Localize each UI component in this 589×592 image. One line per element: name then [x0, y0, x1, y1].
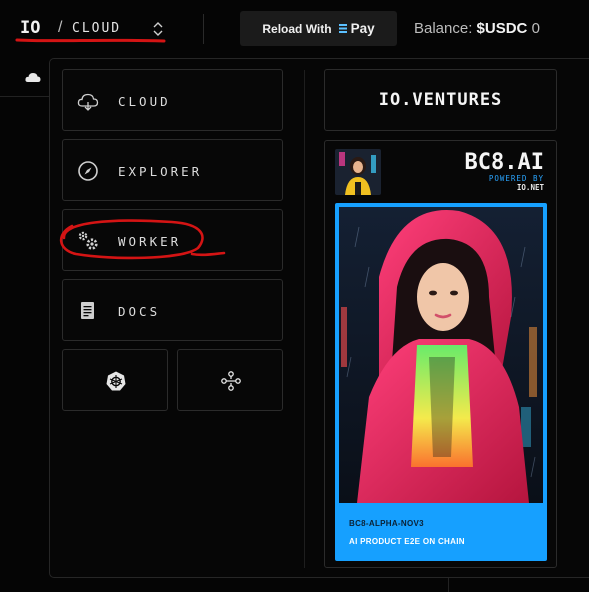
menu-item-label: CLOUD	[118, 94, 171, 109]
menu-item-label: WORKER	[118, 234, 182, 249]
pay-label: Pay	[350, 21, 375, 36]
top-bar: IO / CLOUD Reload With Pay Balance: $USD…	[0, 0, 589, 58]
bc8-avatar	[335, 149, 381, 195]
bc8-title: BC8.AI	[464, 150, 544, 175]
header-divider	[203, 14, 204, 44]
app-root: IO / CLOUD Reload With Pay Balance: $USD…	[0, 0, 589, 592]
network-button[interactable]	[177, 349, 283, 411]
poster-illustration	[339, 207, 543, 503]
kubernetes-button[interactable]	[62, 349, 168, 411]
gears-icon	[78, 231, 98, 250]
compass-icon	[78, 161, 98, 181]
menu-item-cloud[interactable]: CLOUD	[62, 69, 283, 131]
io-ventures-logo: IO.VENTURES	[378, 90, 503, 110]
poster-code: BC8-ALPHA-NOV3	[349, 519, 424, 528]
pay-logo: Pay	[338, 21, 375, 36]
menu-item-label: DOCS	[118, 304, 161, 319]
powered-by-label: POWERED BY	[488, 174, 544, 183]
menu-item-docs[interactable]: DOCS	[62, 279, 283, 341]
io-ventures-link[interactable]: IO.VENTURES	[324, 69, 557, 131]
menu-item-explorer[interactable]: EXPLORER	[62, 139, 283, 201]
breadcrumb-cloud[interactable]: CLOUD	[72, 21, 121, 36]
document-icon	[81, 302, 94, 319]
io-logo[interactable]: IO	[20, 18, 40, 38]
balance-display: Balance: $USDC 0	[414, 20, 540, 37]
reload-label: Reload With	[262, 21, 332, 36]
balance-value: 0	[531, 20, 540, 37]
balance-label: Balance:	[414, 20, 473, 37]
poster-tagline: AI PRODUCT E2E ON CHAIN	[349, 537, 465, 546]
pay-brand-icon	[338, 24, 347, 33]
avatar-illustration	[335, 149, 381, 195]
bottom-divider	[448, 578, 449, 592]
breadcrumb-separator: /	[58, 19, 63, 36]
kubernetes-icon	[106, 371, 126, 391]
balance-currency: $USDC	[476, 20, 528, 37]
cloud-icon[interactable]	[25, 70, 41, 84]
side-divider	[0, 96, 50, 97]
menu-item-label: EXPLORER	[118, 164, 203, 179]
menu-item-worker[interactable]: WORKER	[62, 209, 283, 271]
bc8-poster: BC8-ALPHA-NOV3 AI PRODUCT E2E ON CHAIN	[335, 203, 547, 561]
bc8-promo-card[interactable]: BC8.AI POWERED BY IO.NET BC8-ALPHA-NOV3 …	[324, 140, 557, 568]
chevron-up-down-icon[interactable]	[150, 20, 166, 38]
cloud-icon	[77, 93, 99, 111]
raincoat-girl-image	[339, 207, 543, 503]
panel-column-divider	[304, 70, 305, 568]
io-net-label: IO.NET	[516, 183, 544, 192]
reload-with-pay-button[interactable]: Reload With Pay	[240, 11, 397, 46]
network-nodes-icon	[221, 371, 241, 391]
